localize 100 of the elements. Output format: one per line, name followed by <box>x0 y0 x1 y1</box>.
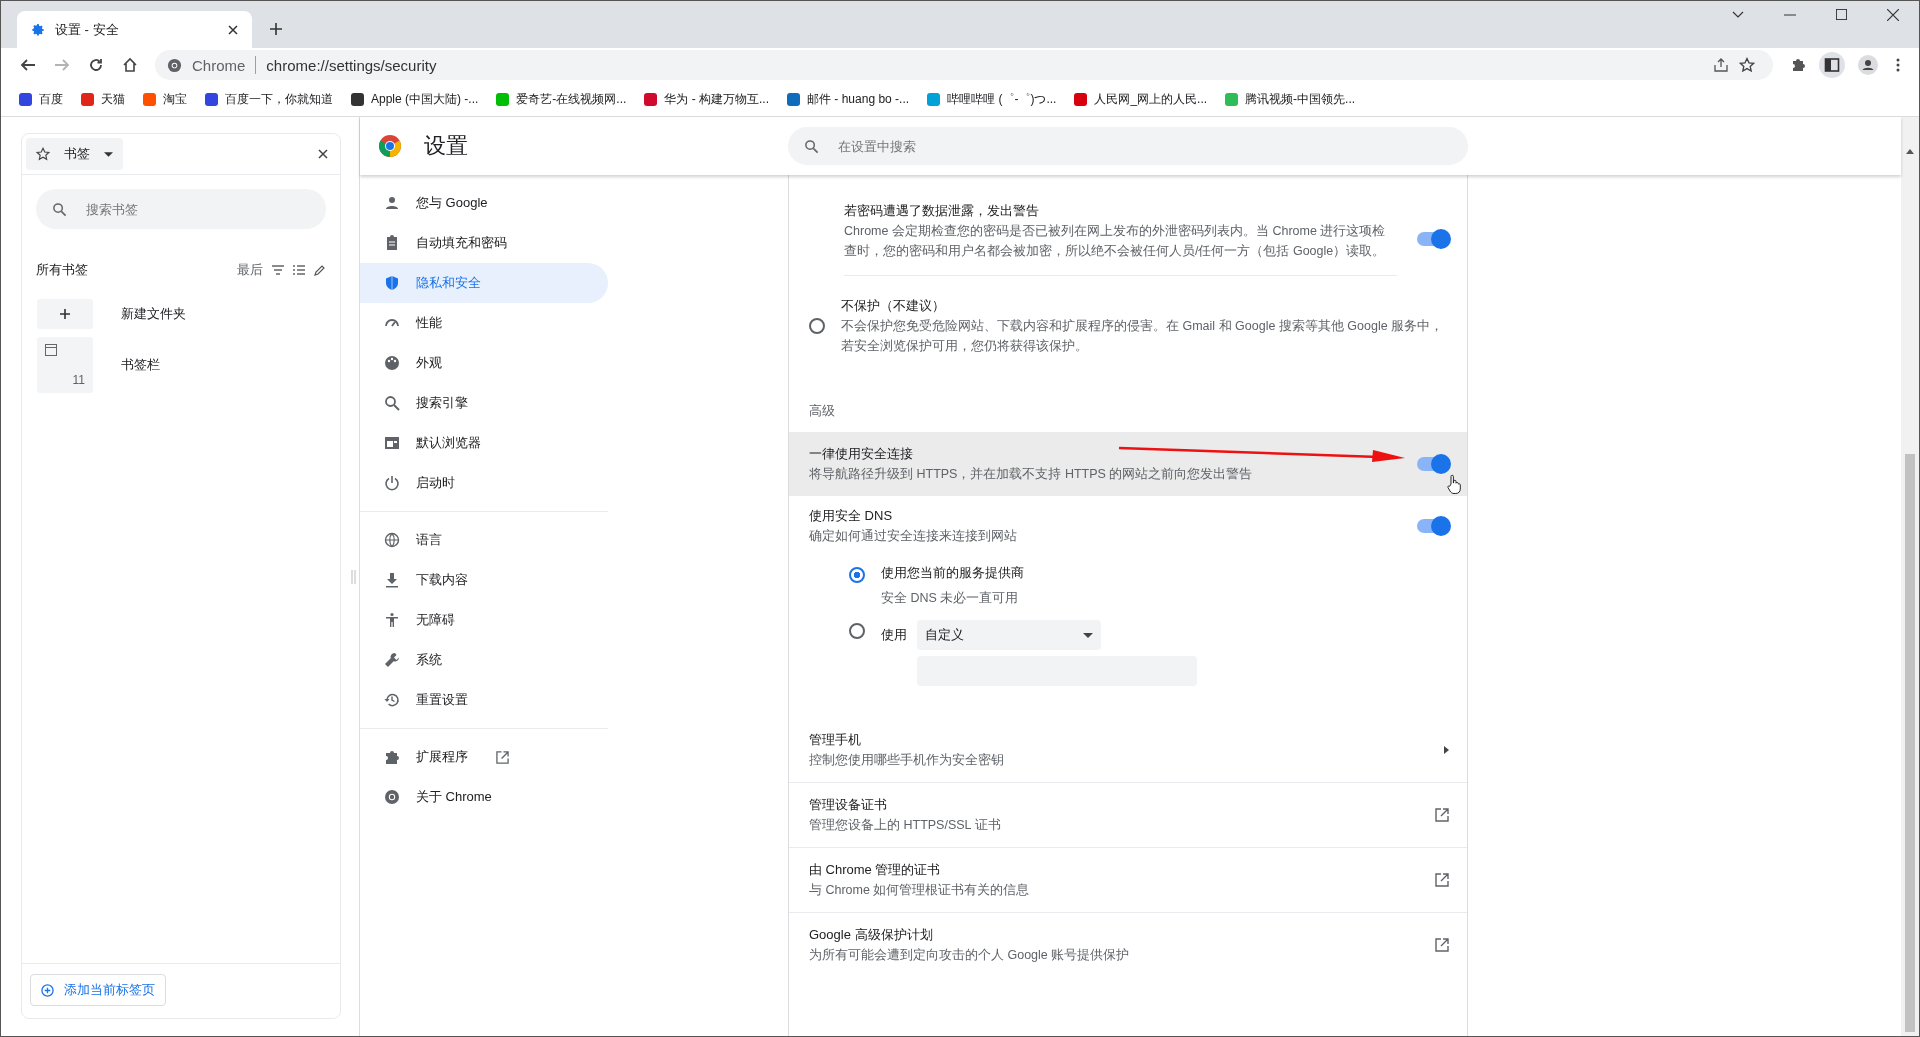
nav-item[interactable]: 启动时 <box>360 463 608 503</box>
setting-link-row[interactable]: 管理设备证书 管理您设备上的 HTTPS/SSL 证书 <box>789 783 1467 848</box>
external-link-icon <box>1435 938 1449 952</box>
bookmark[interactable]: 百度 <box>19 90 63 108</box>
nav-item[interactable]: 语言 <box>360 520 608 560</box>
profile-icon[interactable] <box>1858 55 1878 75</box>
nav-item[interactable]: 下载内容 <box>360 560 608 600</box>
setting-row[interactable]: 若密码遭遇了数据泄露，发出警告 Chrome 会定期检查您的密码是否已被列在网上发布的外泄密码列表内。当 Chrome 进行这项检查时，您的密码和用户名都会被加密，所以绝不会被任何人员/任何一方（包括 Google）读取。 <box>789 191 1467 286</box>
tab-title: 设置 - 安全 <box>55 20 120 39</box>
nav-item[interactable]: 隐私和安全 <box>360 263 608 303</box>
option-label: 使用您当前的服务提供商 <box>881 564 1024 582</box>
close-icon[interactable] <box>1887 8 1899 21</box>
list-icon[interactable] <box>293 265 305 275</box>
setting-description: 与 Chrome 如何管理根证书有关的信息 <box>809 882 1031 899</box>
setting-description: Chrome 会定期检查您的密码是否已被列在网上发布的外泄密码列表内。当 Chrome 进行这项检查时，您的密码和用户名都会被加密，所以绝不会被任何人员/任何一方（包括 Google）读取。 <box>844 223 1387 260</box>
setting-title: Google 高级保护计划 <box>809 926 933 944</box>
nav-item[interactable]: 无障碍 <box>360 600 608 640</box>
bookmark[interactable]: 人民网_网上的人民... <box>1074 90 1208 108</box>
share-icon[interactable] <box>1713 57 1729 73</box>
address-bar[interactable]: Chrome chrome://settings/security <box>155 50 1773 80</box>
new-tab-icon[interactable] <box>270 23 282 35</box>
clip-icon <box>384 235 400 251</box>
close-icon[interactable] <box>318 149 328 159</box>
bookmark[interactable]: 哔哩哔哩 (゜-゜)つ... <box>927 90 1057 108</box>
add-tab-button[interactable]: 添加当前标签页 <box>30 974 166 1006</box>
setting-description: 为所有可能会遭到定向攻击的个人 Google 账号提供保护 <box>809 947 1131 964</box>
provider-dropdown[interactable]: 自定义 <box>917 620 1101 650</box>
setting-description: 管理您设备上的 HTTPS/SSL 证书 <box>809 817 1002 834</box>
toggle-switch[interactable] <box>1417 519 1449 533</box>
back-icon[interactable] <box>20 57 36 73</box>
scrollbar-thumb[interactable] <box>1905 454 1915 1032</box>
globe-icon <box>384 532 400 548</box>
url-text: chrome://settings/security <box>266 56 437 74</box>
setting-title: 管理手机 <box>809 731 861 749</box>
setting-link-row[interactable]: Google 高级保护计划 为所有可能会遭到定向攻击的个人 Google 账号提供保护 <box>789 913 1467 977</box>
star-icon <box>36 147 50 161</box>
setting-row[interactable]: 不保护（不建议） 不会保护您免受危险网站、下载内容和扩展程序的侵害。在 Gmail 和 Google 搜索等其他 Google 服务中，若安全浏览保护可用，您仍将获得该保护。 <box>789 286 1467 392</box>
home-icon[interactable] <box>122 57 138 73</box>
bookmark[interactable]: 百度一下，你就知道 <box>205 90 333 108</box>
radio-button[interactable] <box>849 567 865 583</box>
browser-tab[interactable]: 设置 - 安全 <box>17 11 252 48</box>
star-icon[interactable] <box>1739 57 1755 73</box>
bookmark[interactable]: 邮件 - huang bo -... <box>787 90 910 108</box>
setting-title: 一律使用安全连接 <box>809 445 913 463</box>
minimize-icon[interactable] <box>1784 13 1796 16</box>
option-label: 使用 <box>881 626 907 644</box>
bookmark[interactable]: 爱奇艺-在线视频网... <box>496 90 627 108</box>
reload-icon[interactable] <box>88 57 104 73</box>
nav-item[interactable]: 性能 <box>360 303 608 343</box>
bookmark-item[interactable]: 11 书签栏 <box>22 333 340 397</box>
side-panel-button[interactable] <box>1819 52 1845 78</box>
sort-label[interactable]: 最后 <box>237 261 263 279</box>
setting-title: 由 Chrome 管理的证书 <box>809 861 941 879</box>
scroll-up-icon[interactable] <box>1906 149 1914 154</box>
nav-item[interactable]: 您与 Google <box>360 183 608 223</box>
nav-item[interactable]: 外观 <box>360 343 608 383</box>
nav-item[interactable]: 系统 <box>360 640 608 680</box>
item-count: 11 <box>72 373 85 387</box>
settings-search-field[interactable]: 在设置中搜索 <box>788 127 1468 165</box>
menu-icon[interactable] <box>1896 57 1900 73</box>
setting-title: 使用安全 DNS <box>809 507 893 525</box>
bookmark[interactable]: 华为 - 构建万物互... <box>644 90 770 108</box>
chevron-down-icon[interactable] <box>1732 10 1744 19</box>
panel-selector[interactable]: 书签 <box>26 138 123 170</box>
radio-button[interactable] <box>809 318 825 334</box>
toggle-switch[interactable] <box>1417 231 1449 246</box>
nav-item[interactable]: 重置设置 <box>360 680 608 720</box>
setting-title: 若密码遭遇了数据泄露，发出警告 <box>844 202 1039 220</box>
setting-link-row[interactable]: 管理手机 控制您使用哪些手机作为安全密钥 <box>789 718 1467 783</box>
nav-item[interactable]: 自动填充和密码 <box>360 223 608 263</box>
caret-icon <box>104 151 113 157</box>
scrollbar[interactable] <box>1901 117 1919 1036</box>
toggle-switch[interactable] <box>1417 457 1449 471</box>
search-field[interactable]: 搜索书签 <box>36 189 326 229</box>
setting-link-row[interactable]: 由 Chrome 管理的证书 与 Chrome 如何管理根证书有关的信息 <box>789 848 1467 913</box>
pencil-icon[interactable] <box>314 264 326 276</box>
section-heading: 所有书签 <box>36 261 88 279</box>
maximize-icon[interactable] <box>1836 9 1847 20</box>
highlighted-setting-row[interactable]: 一律使用安全连接 将导航路径升级到 HTTPS，并在加载不支持 HTTPS 的网站之前向您发出警告 <box>789 432 1467 496</box>
resize-handle-icon[interactable] <box>351 569 356 584</box>
nav-item[interactable]: 默认浏览器 <box>360 423 608 463</box>
setting-description: 不会保护您免受危险网站、下载内容和扩展程序的侵害。在 Gmail 和 Google 搜索等其他 Google 服务中，若安全浏览保护可用，您仍将获得该保护。 <box>841 318 1445 355</box>
nav-item[interactable]: 关于 Chrome <box>360 777 608 817</box>
bookmark[interactable]: Apple (中国大陆) -... <box>351 90 479 108</box>
puzzle-icon[interactable] <box>1790 57 1806 73</box>
setting-row[interactable]: 使用安全 DNS 确定如何通过安全连接来连接到网站 <box>789 496 1467 556</box>
bookmark[interactable]: 天猫 <box>81 90 125 108</box>
power-icon <box>384 475 400 491</box>
bookmark[interactable]: 淘宝 <box>143 90 187 108</box>
filter-icon[interactable] <box>272 265 284 275</box>
bookmark[interactable]: 腾讯视频-中国领先... <box>1225 90 1356 108</box>
external-link-icon <box>1435 873 1449 887</box>
nav-item[interactable]: 扩展程序 <box>360 737 608 777</box>
radio-button[interactable] <box>849 623 865 639</box>
close-icon[interactable] <box>228 24 238 35</box>
nav-item[interactable]: 搜索引擎 <box>360 383 608 423</box>
puzzle-icon <box>384 749 400 765</box>
bookmark-item[interactable]: 新建文件夹 <box>22 295 340 333</box>
plus-icon <box>60 309 70 319</box>
page-title: 设置 <box>424 132 468 160</box>
